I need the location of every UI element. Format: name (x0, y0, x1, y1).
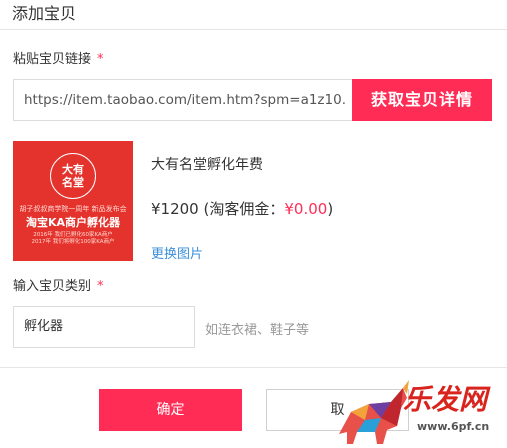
watermark-url: www.6pf.cn (417, 420, 490, 433)
bull-logo-icon (339, 380, 409, 444)
thumbnail-caption-1: 胡子叔叔商学院一周年 新品发布会 (19, 205, 127, 213)
confirm-button[interactable]: 确定 (99, 389, 242, 431)
logo-text-bottom: 名堂 (62, 176, 84, 189)
footer-divider (0, 367, 507, 368)
item-price: ¥1200 (151, 200, 199, 218)
required-mark: * (97, 279, 104, 294)
commission-value: ¥0.00 (284, 200, 328, 218)
watermark-text: 乐发网 (403, 383, 488, 416)
logo-text-top: 大有 (62, 163, 84, 176)
required-mark: * (97, 52, 104, 67)
change-image-link[interactable]: 更换图片 (151, 243, 203, 262)
add-item-dialog: 添加宝贝 粘贴宝贝链接 * https://item.taobao.com/ite… (0, 0, 507, 448)
item-url-input[interactable]: https://item.taobao.com/item.htm?spm=a1z… (13, 79, 352, 121)
thumbnail-caption-3b: 2017年 我们将孵化100家KA商户 (31, 239, 115, 245)
brand-logo-icon: 大有 名堂 (50, 153, 96, 199)
category-input[interactable]: 孵化器 (13, 306, 195, 348)
item-price-line: ¥1200 (淘客佣金：¥0.00) (151, 198, 333, 219)
link-label-text: 粘贴宝贝链接 (13, 52, 92, 67)
item-name: 大有名堂孵化年费 (151, 157, 263, 173)
category-section-label: 输入宝贝类别 * (13, 275, 104, 294)
item-thumbnail: 大有 名堂 胡子叔叔商学院一周年 新品发布会 淘宝KA商户孵化器 2016年 我… (13, 141, 133, 261)
dialog-header: 添加宝贝 (0, 0, 507, 30)
dialog-title: 添加宝贝 (12, 4, 77, 23)
thumbnail-caption-2: 淘宝KA商户孵化器 (25, 216, 121, 229)
link-section-label: 粘贴宝贝链接 * (13, 48, 104, 67)
category-label-text: 输入宝贝类别 (13, 279, 92, 294)
thumbnail-caption-3: 2016年 我们已孵化60家KA商户 2017年 我们将孵化100家KA商户 (13, 232, 133, 246)
thumbnail-caption-3a: 2016年 我们已孵化60家KA商户 (33, 232, 113, 238)
category-hint: 如连衣裙、鞋子等 (205, 323, 310, 338)
commission-suffix: ) (327, 200, 334, 218)
commission-prefix: (淘客佣金： (203, 200, 285, 218)
fetch-item-details-button[interactable]: 获取宝贝详情 (352, 79, 492, 121)
site-watermark: 乐发网 www.6pf.cn (331, 374, 507, 448)
